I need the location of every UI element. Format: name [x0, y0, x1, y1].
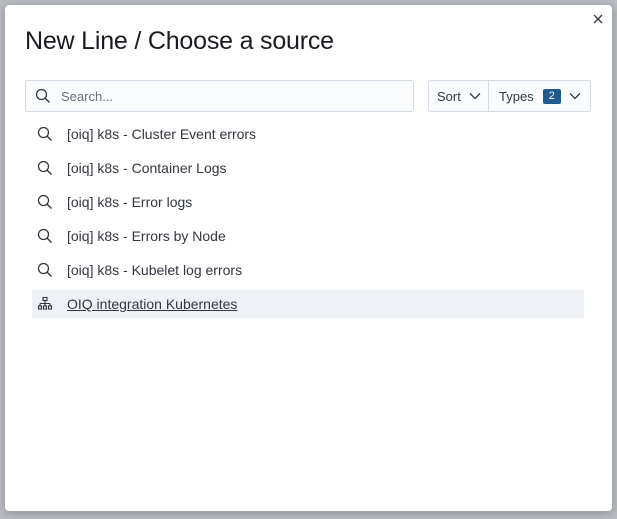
- types-count-badge: 2: [542, 88, 561, 104]
- source-list: [oiq] k8s - Cluster Event errors [oiq] k…: [32, 120, 584, 324]
- search-box[interactable]: [25, 80, 414, 112]
- sort-button[interactable]: Sort: [429, 81, 489, 111]
- search-icon: [37, 126, 53, 142]
- source-label: [oiq] k8s - Cluster Event errors: [67, 126, 257, 142]
- modal-title: New Line / Choose a source: [25, 27, 334, 55]
- types-label: Types: [499, 88, 534, 104]
- source-label: [oiq] k8s - Errors by Node: [67, 228, 226, 244]
- source-label: [oiq] k8s - Error logs: [67, 194, 193, 210]
- close-button[interactable]: [590, 11, 606, 27]
- source-item[interactable]: [oiq] k8s - Cluster Event errors: [32, 120, 584, 148]
- choose-source-modal: New Line / Choose a source Sort Types 2: [5, 5, 612, 511]
- source-item[interactable]: [oiq] k8s - Error logs: [32, 188, 584, 216]
- source-label: [oiq] k8s - Kubelet log errors: [67, 262, 243, 278]
- source-label: [oiq] k8s - Container Logs: [67, 160, 227, 176]
- search-icon: [35, 88, 51, 104]
- source-item[interactable]: [oiq] k8s - Errors by Node: [32, 222, 584, 250]
- search-icon: [37, 262, 53, 278]
- search-icon: [37, 160, 53, 176]
- index-pattern-icon: [37, 296, 53, 312]
- types-filter-button[interactable]: Types 2: [489, 81, 590, 111]
- source-item-selected[interactable]: OIQ integration Kubernetes: [32, 290, 584, 318]
- chevron-down-icon: [569, 92, 581, 100]
- search-input[interactable]: [59, 87, 413, 105]
- source-item[interactable]: [oiq] k8s - Container Logs: [32, 154, 584, 182]
- source-item[interactable]: [oiq] k8s - Kubelet log errors: [32, 256, 584, 284]
- chevron-down-icon: [469, 92, 481, 100]
- search-icon: [37, 194, 53, 210]
- source-label: OIQ integration Kubernetes: [67, 296, 238, 312]
- close-icon: [593, 14, 603, 24]
- sort-label: Sort: [437, 88, 461, 104]
- search-icon: [37, 228, 53, 244]
- filter-controls: Sort Types 2: [428, 80, 591, 112]
